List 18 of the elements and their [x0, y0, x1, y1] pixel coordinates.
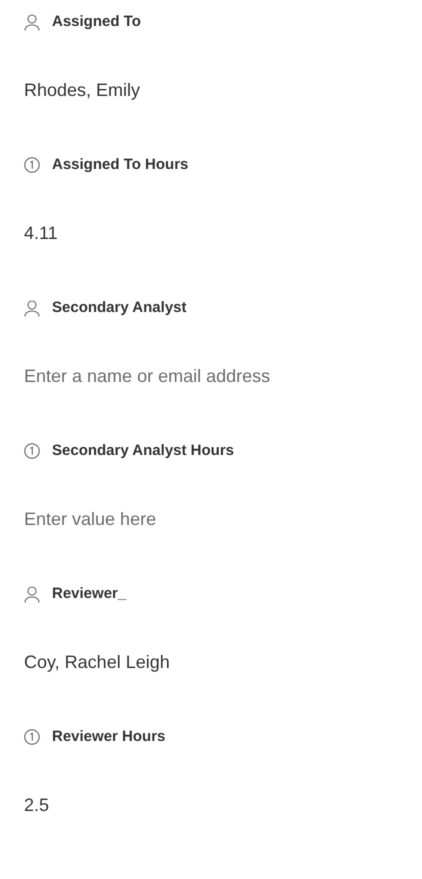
field-label: Secondary Analyst	[52, 298, 186, 318]
value-field[interactable]: 2.5	[24, 791, 394, 819]
field-label: Assigned To	[52, 12, 141, 32]
field-label: Assigned To Hours	[52, 154, 188, 175]
value-field[interactable]: Enter a name or email address	[24, 362, 394, 390]
value-field[interactable]: Rhodes, Emily	[24, 76, 394, 104]
field-label: Reviewer_	[52, 584, 126, 604]
value-field[interactable]: Enter value here	[24, 505, 394, 533]
field-label: Secondary Analyst Hours	[52, 440, 234, 461]
person-icon	[24, 14, 40, 30]
person-icon	[24, 300, 40, 316]
number-icon	[24, 443, 40, 459]
field-label: Reviewer Hours	[52, 726, 166, 747]
value-field[interactable]: 4.11	[24, 219, 394, 247]
value-field[interactable]: Coy, Rachel Leigh	[24, 648, 394, 676]
number-icon	[24, 729, 40, 745]
person-icon	[24, 586, 40, 602]
number-icon	[24, 157, 40, 173]
